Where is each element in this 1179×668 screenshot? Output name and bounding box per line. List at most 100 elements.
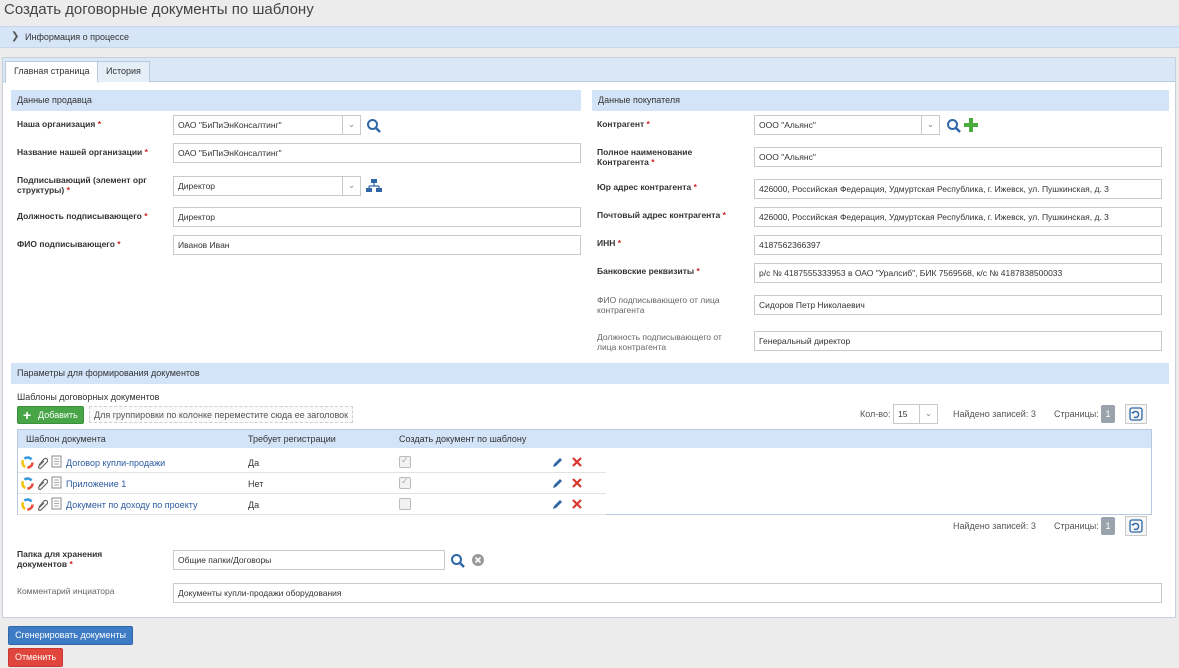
legal-address-field[interactable]: 426000, Российская Федерация, Удмуртская… <box>754 179 1162 199</box>
template-name-link[interactable]: Приложение 1 <box>66 479 126 489</box>
full-name-field[interactable]: ООО "Альянс" <box>754 147 1162 167</box>
add-template-button[interactable]: + Добавить <box>17 406 84 424</box>
template-name-link[interactable]: Документ по доходу по проекту <box>66 500 197 510</box>
plus-icon: + <box>23 407 32 423</box>
templates-grid: Шаблон документа Требует регистрации Соз… <box>17 429 1152 515</box>
folder-label: Папка для хранения документов * <box>17 549 103 569</box>
refresh-icon <box>1129 407 1143 421</box>
create-document-checkbox[interactable] <box>399 498 411 510</box>
requires-registration-value: Нет <box>248 479 264 489</box>
found-records-top: Найдено записей: 3 <box>953 409 1036 419</box>
add-icon[interactable] <box>963 117 979 133</box>
grid-header: Шаблон документа Требует регистрации Соз… <box>18 430 1151 448</box>
buyer-signer-name-label: ФИО подписывающего от лица контрагента <box>597 295 720 315</box>
our-org-name-field[interactable]: ОАО "БиПиЭнКонсалтинг" <box>173 143 581 163</box>
page-number-top[interactable]: 1 <box>1101 405 1115 423</box>
process-info-bar[interactable]: ❯ Информация о процессе <box>0 26 1179 48</box>
buyer-section-header: Данные покупателя <box>592 90 1169 111</box>
postal-address-field[interactable]: 426000, Российская Федерация, Удмуртская… <box>754 207 1162 227</box>
edit-icon[interactable] <box>551 456 563 469</box>
chevron-down-icon[interactable]: ⌄ <box>919 405 937 423</box>
buyer-signer-position-field[interactable]: Генеральный директор <box>754 331 1162 351</box>
create-document-checkbox[interactable]: ✓ <box>399 455 411 468</box>
comment-field[interactable]: Документы купли-продажи оборудования <box>173 583 1162 603</box>
table-row[interactable]: Документ по доходу по проекту Да <box>18 494 606 515</box>
org-structure-icon[interactable] <box>365 178 383 194</box>
clear-icon[interactable] <box>471 553 485 567</box>
search-icon[interactable] <box>366 118 382 134</box>
bank-details-label: Банковские реквизиты * <box>597 266 700 276</box>
full-name-label: Полное наименование Контрагента * <box>597 147 693 167</box>
page-size-select[interactable]: 15 ⌄ <box>893 404 938 424</box>
comment-label: Комментарий инциатора <box>17 586 115 596</box>
grid-col-create-document[interactable]: Создать документ по шаблону <box>399 434 526 444</box>
signer-position-field[interactable]: Директор <box>173 207 581 227</box>
document-icon[interactable] <box>51 476 62 489</box>
search-icon[interactable] <box>946 118 962 134</box>
grid-col-template[interactable]: Шаблон документа <box>26 434 106 444</box>
chevron-down-icon[interactable]: ⌄ <box>921 116 939 134</box>
create-document-checkbox[interactable]: ✓ <box>399 476 411 489</box>
template-name-link[interactable]: Договор купли-продажи <box>66 458 165 468</box>
tab-bar: Главная страница История <box>3 58 1175 83</box>
inn-field[interactable]: 4187562366397 <box>754 235 1162 255</box>
seller-section-header: Данные продавца <box>11 90 581 111</box>
tab-main[interactable]: Главная страница <box>5 61 99 83</box>
table-row[interactable]: Договор купли-продажи Да ✓ <box>18 452 606 473</box>
pages-label-top: Страницы: <box>1054 409 1099 419</box>
chevron-down-icon[interactable]: ⌄ <box>342 177 360 195</box>
generate-documents-button[interactable]: Сгенерировать документы <box>8 626 133 645</box>
signer-element-select[interactable]: Директор ⌄ <box>173 176 361 196</box>
our-org-label: Наша организация * <box>17 119 101 129</box>
checkmark-icon: ✓ <box>401 455 409 465</box>
link-icon[interactable] <box>36 456 48 469</box>
our-org-name-label: Название нашей организации * <box>17 147 148 157</box>
refresh-button-bottom[interactable] <box>1125 516 1147 536</box>
document-icon[interactable] <box>51 455 62 468</box>
refresh-button-top[interactable] <box>1125 404 1147 424</box>
cancel-button[interactable]: Отменить <box>8 648 63 667</box>
buyer-signer-name-field[interactable]: Сидоров Петр Николаевич <box>754 295 1162 315</box>
colored-template-icon <box>21 498 34 511</box>
found-records-bottom: Найдено записей: 3 <box>953 521 1036 531</box>
group-drop-zone[interactable]: Для группировки по колонке переместите с… <box>89 406 354 423</box>
delete-icon[interactable] <box>572 499 582 509</box>
requires-registration-value: Да <box>248 458 260 468</box>
buyer-signer-position-label: Должность подписывающего от лица контраге… <box>597 332 722 352</box>
params-section-header: Параметры для формирования документов <box>11 363 1169 384</box>
grid-col-requires-registration[interactable]: Требует регистрации <box>248 434 336 444</box>
link-icon[interactable] <box>36 477 48 490</box>
delete-icon[interactable] <box>572 457 582 467</box>
table-row[interactable]: Приложение 1 Нет ✓ <box>18 473 606 494</box>
delete-icon[interactable] <box>572 478 582 488</box>
refresh-icon <box>1129 519 1143 533</box>
bank-details-field[interactable]: р/с № 4187555333953 в ОАО "Уралсиб", БИК… <box>754 263 1162 283</box>
signer-name-label: ФИО подписывающего * <box>17 239 121 249</box>
signer-element-label: Подписывающий (элемент орг структуры) * <box>17 175 147 195</box>
counterparty-select[interactable]: ООО "Альянс" ⌄ <box>754 115 940 135</box>
chevron-down-icon[interactable]: ⌄ <box>342 116 360 134</box>
page-number-bottom[interactable]: 1 <box>1101 517 1115 535</box>
checkmark-icon: ✓ <box>401 476 409 486</box>
edit-icon[interactable] <box>551 477 563 490</box>
inn-label: ИНН * <box>597 238 622 248</box>
link-icon[interactable] <box>36 498 48 511</box>
edit-icon[interactable] <box>551 498 563 511</box>
process-info-label: Информация о процессе <box>25 32 130 42</box>
page-title: Создать договорные документы по шаблону <box>4 1 314 18</box>
folder-field[interactable]: Общие папки/Договоры <box>173 550 445 570</box>
our-org-select[interactable]: ОАО "БиПиЭнКонсалтинг" ⌄ <box>173 115 361 135</box>
qty-label: Кол-во: <box>860 409 891 419</box>
search-icon[interactable] <box>450 553 466 569</box>
tab-history[interactable]: История <box>97 61 150 82</box>
templates-label: Шаблоны договорных документов <box>17 392 160 402</box>
chevron-right-icon: ❯ <box>11 31 20 42</box>
counterparty-label: Контрагент * <box>597 119 650 129</box>
legal-address-label: Юр адрес контрагента * <box>597 182 697 192</box>
colored-template-icon <box>21 456 34 469</box>
pages-label-bottom: Страницы: <box>1054 521 1099 531</box>
signer-name-field[interactable]: Иванов Иван <box>173 235 581 255</box>
requires-registration-value: Да <box>248 500 260 510</box>
colored-template-icon <box>21 477 34 490</box>
document-icon[interactable] <box>51 497 62 510</box>
